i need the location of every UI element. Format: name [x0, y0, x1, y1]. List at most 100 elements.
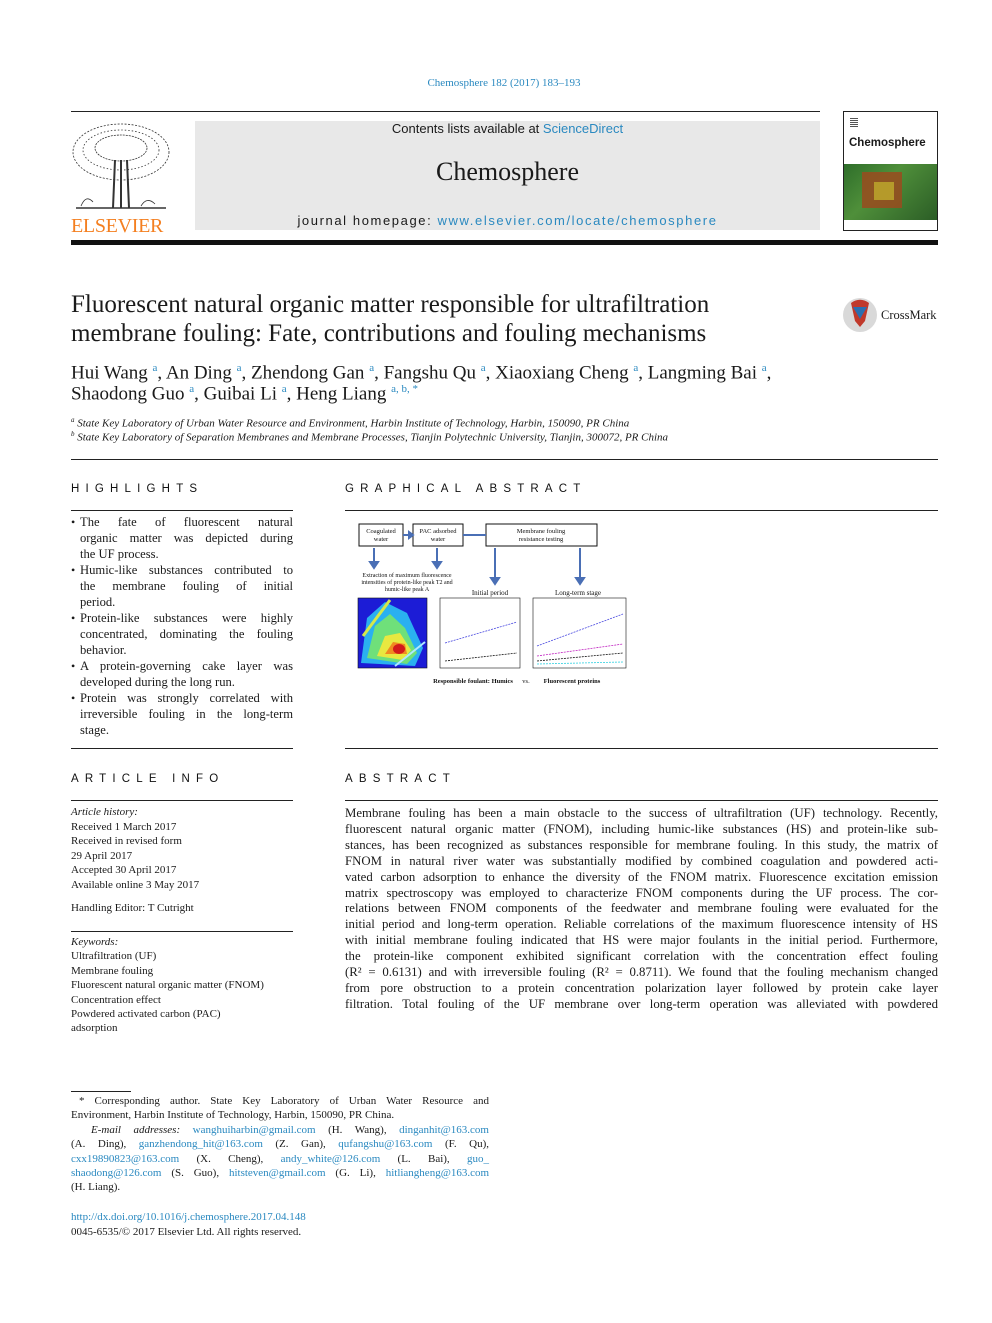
journal-reference[interactable]: Chemosphere 182 (2017) 183–193 — [0, 77, 992, 89]
box-label: PAC adsorbed — [419, 528, 457, 535]
highlight-line: developed during the long run. — [80, 675, 235, 689]
article-info-heading: ARTICLE INFO — [71, 773, 225, 785]
highlight-line: the UF process. — [80, 547, 159, 561]
email-owner: (H. Liang). — [71, 1181, 121, 1194]
abstract-line: filtration. Total fouling of the UF memb… — [345, 996, 938, 1011]
abstract-heading: ABSTRACT — [345, 773, 456, 785]
author-list-line: Shaodong Guo a, Guibai Li a, Heng Liang … — [71, 383, 418, 405]
affiliation-text: State Key Laboratory of Separation Membr… — [77, 431, 669, 444]
initial-period-scatter-plot — [439, 597, 521, 669]
email-link[interactable]: guo_ — [467, 1153, 489, 1165]
bullet-icon: • — [71, 515, 76, 529]
contents-availability: Contents lists available at ScienceDirec… — [195, 121, 820, 136]
history-item: Received in revised form — [71, 835, 182, 847]
abstract-line: FNOM in natural river water was substant… — [345, 853, 938, 868]
author-separator: , — [374, 362, 384, 384]
highlight-line: stage. — [80, 723, 110, 737]
keyword: Membrane fouling — [71, 964, 154, 977]
highlight-line: irreversible fouling in the long-term — [80, 707, 293, 721]
highlights-heading: HIGHLIGHTS — [71, 483, 204, 495]
email-link[interactable]: andy_white@126.com — [281, 1153, 381, 1165]
email-link[interactable]: hitliangheng@163.com — [386, 1167, 489, 1179]
highlight-line: The fate of fluorescent natural — [80, 515, 293, 529]
long-term-scatter-plot — [532, 597, 627, 669]
abstract-line: vated carbon adsorption to enhance the d… — [345, 869, 938, 884]
affiliation-text: State Key Laboratory of Urban Water Reso… — [77, 417, 630, 430]
journal-cover[interactable]: Chemosphere — [843, 111, 938, 231]
humics-label: Responsible foulant: Humics — [433, 678, 513, 685]
email-owner: (Z. Gan), — [262, 1138, 339, 1151]
elsevier-logo[interactable]: ELSEVIER — [71, 120, 171, 236]
highlights-rule — [71, 510, 293, 511]
journal-homepage: journal homepage: www.elsevier.com/locat… — [195, 213, 820, 228]
bullet-icon: • — [71, 691, 76, 705]
extraction-label: Extraction of maximum fluorescence — [362, 572, 451, 579]
homepage-prefix: journal homepage: — [297, 213, 438, 228]
author[interactable]: Guibai Li — [204, 383, 277, 404]
graphical-abstract-heading: GRAPHICAL ABSTRACT — [345, 483, 587, 495]
author[interactable]: Shaodong Guo — [71, 383, 184, 404]
email-link[interactable]: cxx19890823@163.com — [71, 1153, 179, 1165]
proteins-label: Fluorescent proteins — [544, 678, 601, 685]
email-line: (H. Liang). — [71, 1181, 489, 1193]
title-line: membrane fouling: Fate, contributions an… — [71, 320, 707, 347]
bullet-icon: • — [71, 659, 76, 673]
author[interactable]: Hui Wang — [71, 362, 148, 383]
email-link[interactable]: wanghuiharbin@gmail.com — [193, 1124, 316, 1136]
long-term-label: Long-term stage — [555, 589, 601, 597]
highlight-line: Protein-like substances were highly — [80, 611, 293, 625]
email-line: cxx19890823@163.com (X. Cheng), andy_whi… — [71, 1153, 489, 1165]
author[interactable]: Heng Liang — [296, 383, 386, 404]
doi-link[interactable]: http://dx.doi.org/10.1016/j.chemosphere.… — [71, 1211, 306, 1223]
affiliation-rule — [71, 459, 938, 460]
author[interactable]: Langming Bai — [648, 362, 757, 383]
author-separator: , — [766, 362, 772, 384]
extraction-label: humic-like peak A — [385, 587, 430, 593]
copyright: 0045-6535/© 2017 Elsevier Ltd. All right… — [71, 1226, 302, 1238]
highlight-line: Humic-like substances contributed to — [80, 563, 293, 577]
arrow-down-icon — [574, 577, 586, 586]
vs-label: vs. — [522, 678, 530, 685]
email-link[interactable]: dinganhit@163.com — [399, 1124, 489, 1136]
email-line: (A. Ding), ganzhendong_hit@163.com (Z. G… — [71, 1138, 489, 1150]
highlight-line: Protein was strongly correlated with — [80, 691, 293, 705]
highlights-bottom-rule — [71, 748, 293, 749]
title-line: Fluorescent natural organic matter respo… — [71, 291, 710, 318]
email-link[interactable]: hitsteven@gmail.com — [229, 1167, 326, 1179]
keyword: adsorption — [71, 1022, 118, 1035]
box-label: Coagulated — [366, 528, 396, 535]
crossmark-icon — [843, 298, 877, 332]
elsevier-tree-icon — [72, 123, 170, 209]
email-owner: (L. Bai), — [380, 1152, 467, 1165]
author[interactable]: Fangshu Qu — [384, 362, 476, 383]
author[interactable]: An Ding — [166, 362, 232, 383]
abstract-line: Membrane fouling has been a main obstacl… — [345, 806, 938, 820]
abstract-line: initial period and long-term operation. … — [345, 917, 938, 932]
author-list-line: Hui Wang a, An Ding a, Zhendong Gan a, F… — [71, 362, 771, 384]
highlight-line: period. — [80, 595, 116, 609]
abstract-rule — [345, 800, 938, 801]
keyword: Powdered activated carbon (PAC) — [71, 1008, 221, 1021]
handling-editor: Handling Editor: T Cutright — [71, 902, 194, 914]
arrow-down-icon — [368, 561, 380, 570]
history-item: Available online 3 May 2017 — [71, 878, 200, 891]
email-line: shaodong@126.com (S. Guo), hitsteven@gma… — [71, 1167, 489, 1179]
email-link[interactable]: shaodong@126.com — [71, 1167, 161, 1179]
author-separator: , — [157, 362, 166, 384]
crossmark-badge[interactable]: CrossMark — [842, 297, 937, 333]
author-affiliation-marker[interactable]: a, b, * — [391, 383, 418, 395]
email-link[interactable]: qufangshu@163.com — [338, 1138, 432, 1150]
cover-title: Chemosphere — [849, 137, 926, 149]
keyword: Concentration effect — [71, 993, 161, 1006]
author[interactable]: Zhendong Gan — [251, 362, 364, 383]
keywords-label: Keywords: — [71, 936, 119, 948]
author[interactable]: Xiaoxiang Cheng — [495, 362, 629, 383]
sciencedirect-link[interactable]: ScienceDirect — [543, 121, 623, 136]
abstract-line: with initial membrane fouling indicated … — [345, 933, 938, 948]
email-link[interactable]: ganzhendong_hit@163.com — [139, 1138, 263, 1150]
email-label: E-mail addresses: — [91, 1124, 181, 1136]
highlight-line: organic matter was depicted during — [80, 531, 293, 545]
author-separator: , — [638, 362, 648, 384]
homepage-link[interactable]: www.elsevier.com/locate/chemosphere — [438, 213, 718, 228]
corresponding-author-note: Environment, Harbin Institute of Technol… — [71, 1109, 395, 1121]
